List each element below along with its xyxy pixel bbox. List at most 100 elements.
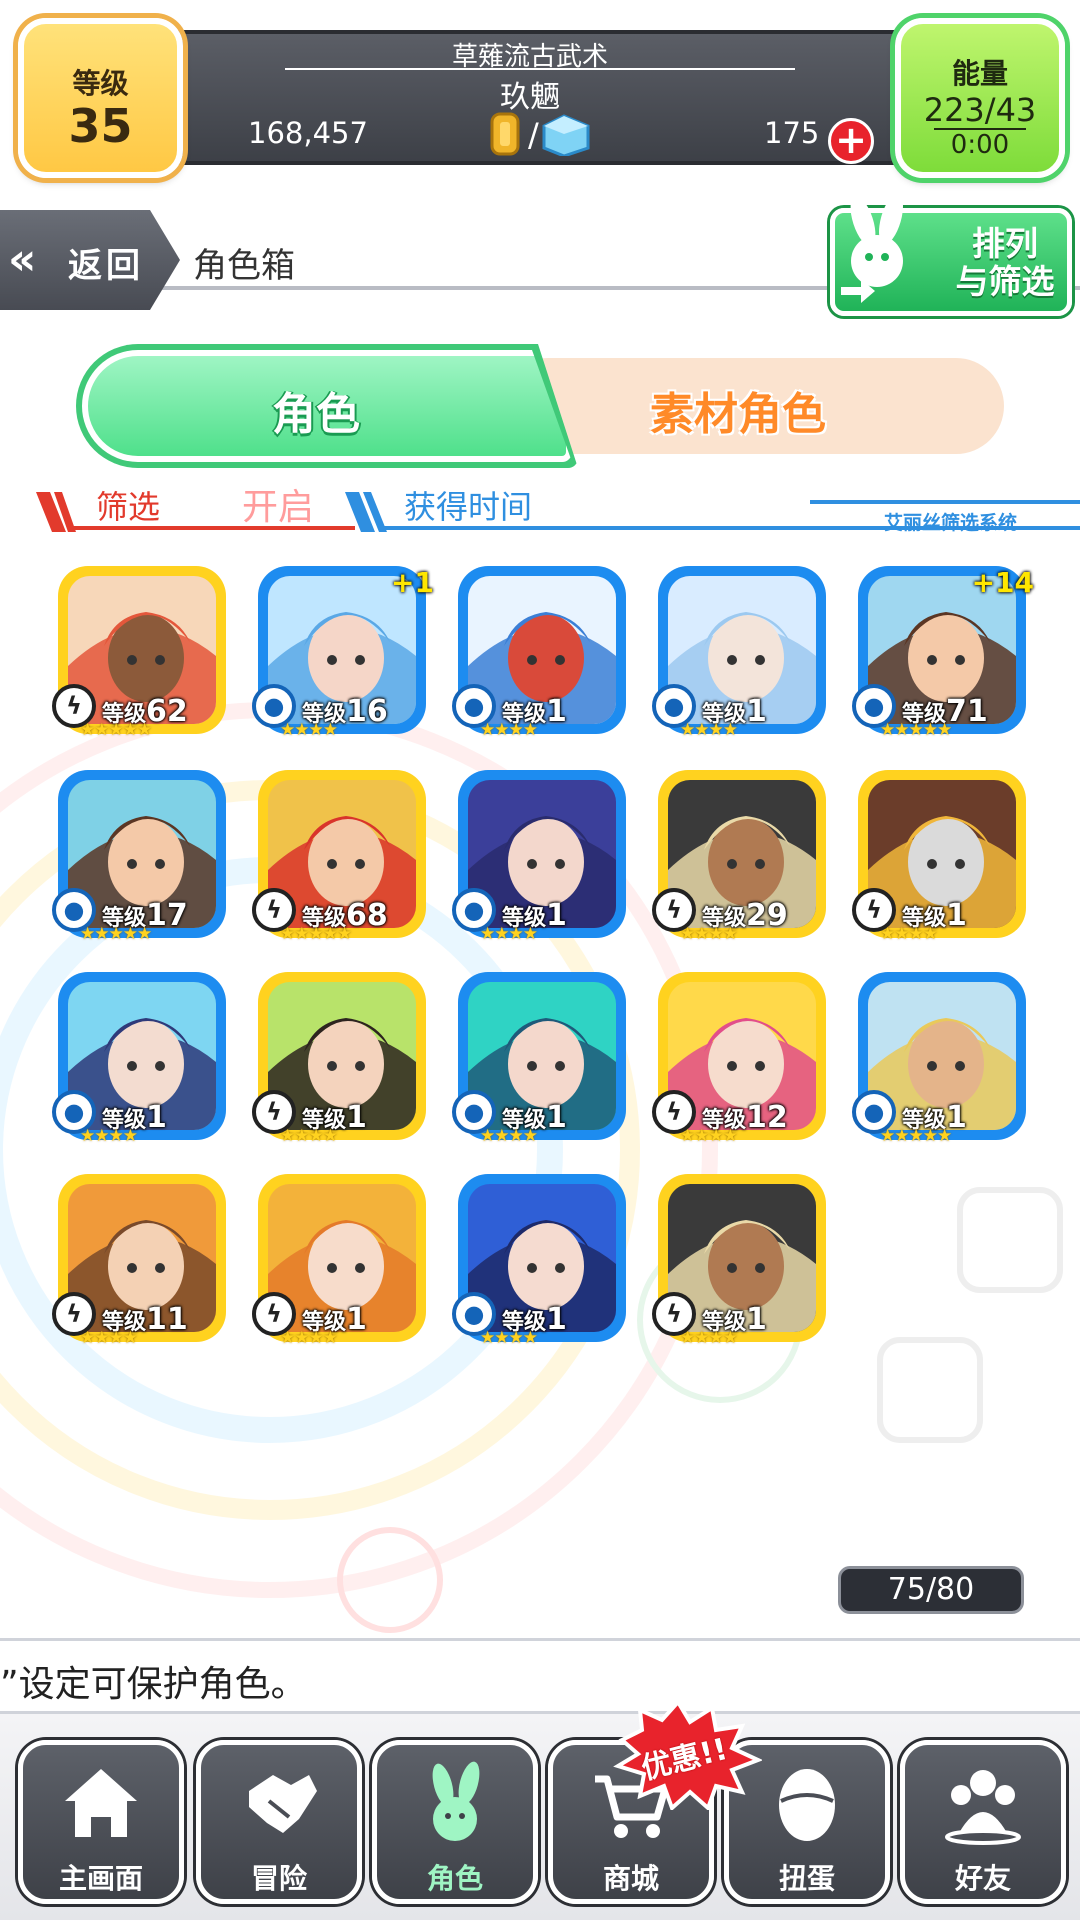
rarity-stars: ★★★★ <box>880 924 938 944</box>
character-card[interactable]: ● 等级1 ★★★★ <box>452 770 626 944</box>
character-card[interactable]: ϟ 等级11 ★★★★ <box>52 1174 226 1348</box>
energy-timer: 0:00 <box>950 130 1010 160</box>
filter-toggle[interactable]: 筛选 <box>96 482 160 528</box>
gold-coin-icon <box>490 112 520 156</box>
level-number: 1 <box>746 694 767 729</box>
character-card[interactable]: ● 等级1 ★★★★ <box>452 566 626 740</box>
bunny-icon <box>432 1761 480 1841</box>
filter-underline <box>70 526 355 530</box>
level-number: 62 <box>146 694 188 729</box>
rarity-stars: ★★★★ <box>480 924 538 944</box>
rarity-stars: ★★★★ <box>280 1328 338 1348</box>
level-number: 1 <box>346 1100 367 1135</box>
level-number: 12 <box>746 1100 788 1135</box>
character-card[interactable]: ϟ 等级1 ★★★★ <box>652 1174 826 1348</box>
rarity-stars: ★★★★ <box>80 1126 138 1146</box>
character-card[interactable]: +1 ● 等级16 ★★★★ <box>252 566 434 740</box>
character-card[interactable]: ● 等级1 ★★★★★ <box>852 972 1026 1146</box>
header-divider <box>285 68 795 70</box>
level-number: 1 <box>546 1100 567 1135</box>
level-number: 1 <box>546 1302 567 1337</box>
friends-icon <box>945 1770 1021 1845</box>
character-card[interactable]: ϟ 等级12 ★★★★ <box>652 972 826 1146</box>
tip-bar: ”设定可保护角色。 <box>0 1638 1080 1714</box>
nav-button[interactable]: 主画面 <box>18 1740 184 1904</box>
rarity-stars: ★★★★ <box>680 720 738 740</box>
rarity-stars: ★★★★★ <box>80 720 152 740</box>
energy-value: 223/43 <box>923 91 1037 129</box>
rarity-stars: ★★★★★ <box>80 924 152 944</box>
rarity-stars: ★★★★★ <box>880 720 952 740</box>
page-title: 角色箱 <box>193 246 295 286</box>
tab-characters-label: 角色 <box>272 389 360 440</box>
sort-order-label[interactable]: 获得时间 <box>404 482 532 528</box>
tip-text: ”设定可保护角色。 <box>0 1664 307 1705</box>
level-number: 1 <box>746 1302 767 1337</box>
nav-label: 商城 <box>602 1862 659 1895</box>
rarity-stars: ★★★★ <box>280 1126 338 1146</box>
nav-label: 主画面 <box>58 1862 143 1895</box>
nav-label: 冒险 <box>250 1862 307 1895</box>
character-card[interactable]: ϟ 等级1 ★★★★ <box>852 770 1026 944</box>
character-card[interactable]: ● 等级1 ★★★★ <box>652 566 826 740</box>
nav-button[interactable]: 冒险 <box>196 1740 362 1904</box>
egg-icon <box>779 1769 835 1841</box>
energy-label: 能量 <box>951 57 1008 90</box>
rarity-stars: ★★★★ <box>280 720 338 740</box>
character-card[interactable]: ϟ 等级68 ★★★★★ <box>252 770 426 944</box>
rarity-stars: ★★★★ <box>680 1328 738 1348</box>
currency-icons: / <box>490 112 590 156</box>
character-card[interactable]: ● 等级1 ★★★★ <box>52 972 226 1146</box>
rarity-stars: ★★★★ <box>80 1328 138 1348</box>
level-number: 1 <box>146 1100 167 1135</box>
level-number: 16 <box>346 694 388 729</box>
nav-button[interactable]: 角色 <box>372 1740 538 1904</box>
level-number: 11 <box>146 1302 188 1337</box>
rarity-stars: ★★★★★ <box>880 1126 952 1146</box>
sort-filter-button[interactable]: 排列 与筛选 <box>830 193 1072 316</box>
add-gems-button[interactable]: + <box>828 118 874 164</box>
filter-state[interactable]: 开启 <box>242 478 314 530</box>
currency-separator: / <box>528 116 539 154</box>
player-name: 玖魉 <box>500 80 560 115</box>
character-card[interactable]: ϟ 等级62 ★★★★★ <box>52 566 226 740</box>
character-card[interactable]: ● 等级1 ★★★★ <box>452 972 626 1146</box>
level-number: 17 <box>146 898 188 933</box>
nav-label: 角色 <box>426 1862 483 1895</box>
character-card[interactable]: ● 等级1 ★★★★ <box>452 1174 626 1348</box>
energy-box: 能量 223/43 0:00 <box>895 18 1065 178</box>
character-card[interactable]: ϟ 等级29 ★★★★ <box>652 770 826 944</box>
gem-cube-icon <box>542 114 590 156</box>
filter-system-label: 艾丽丝筛选系统 <box>884 512 1018 534</box>
level-number: 1 <box>346 1302 367 1337</box>
rarity-stars: ★★★★ <box>480 720 538 740</box>
box-capacity-count: 75/80 <box>838 1566 1024 1614</box>
gem-amount: 175 <box>764 116 820 150</box>
level-number: 68 <box>346 898 388 933</box>
bunny-arrows-icon <box>841 193 903 303</box>
sort-label-line1: 排列 <box>972 224 1038 263</box>
character-card[interactable]: ϟ 等级1 ★★★★ <box>252 972 426 1146</box>
double-chevron-left-icon: « <box>8 234 37 285</box>
level-number: 29 <box>746 898 788 933</box>
sort-label-line2: 与筛选 <box>955 262 1055 301</box>
character-card[interactable]: +14 ● 等级71 ★★★★★ <box>852 566 1034 740</box>
handshake-icon <box>249 1775 317 1833</box>
level-number: 1 <box>546 694 567 729</box>
enhance-plus-badge: +14 <box>971 566 1034 599</box>
back-button[interactable]: « 返回 <box>0 210 180 310</box>
level-number: 71 <box>946 694 988 729</box>
nav-label: 扭蛋 <box>778 1862 835 1895</box>
nav-button[interactable]: 好友 <box>900 1740 1066 1904</box>
nav-label: 好友 <box>954 1862 1011 1895</box>
character-card[interactable]: ● 等级17 ★★★★★ <box>52 770 226 944</box>
sort-underline-top <box>810 500 1080 504</box>
level-number: 1 <box>546 898 567 933</box>
rarity-stars: ★★★★ <box>680 1126 738 1146</box>
rarity-stars: ★★★★ <box>480 1126 538 1146</box>
character-card[interactable]: ϟ 等级1 ★★★★ <box>252 1174 426 1348</box>
enhance-plus-badge: +1 <box>391 566 434 599</box>
rarity-stars: ★★★★★ <box>280 924 352 944</box>
tab-material-label: 素材角色 <box>650 389 826 440</box>
home-icon <box>65 1769 137 1837</box>
